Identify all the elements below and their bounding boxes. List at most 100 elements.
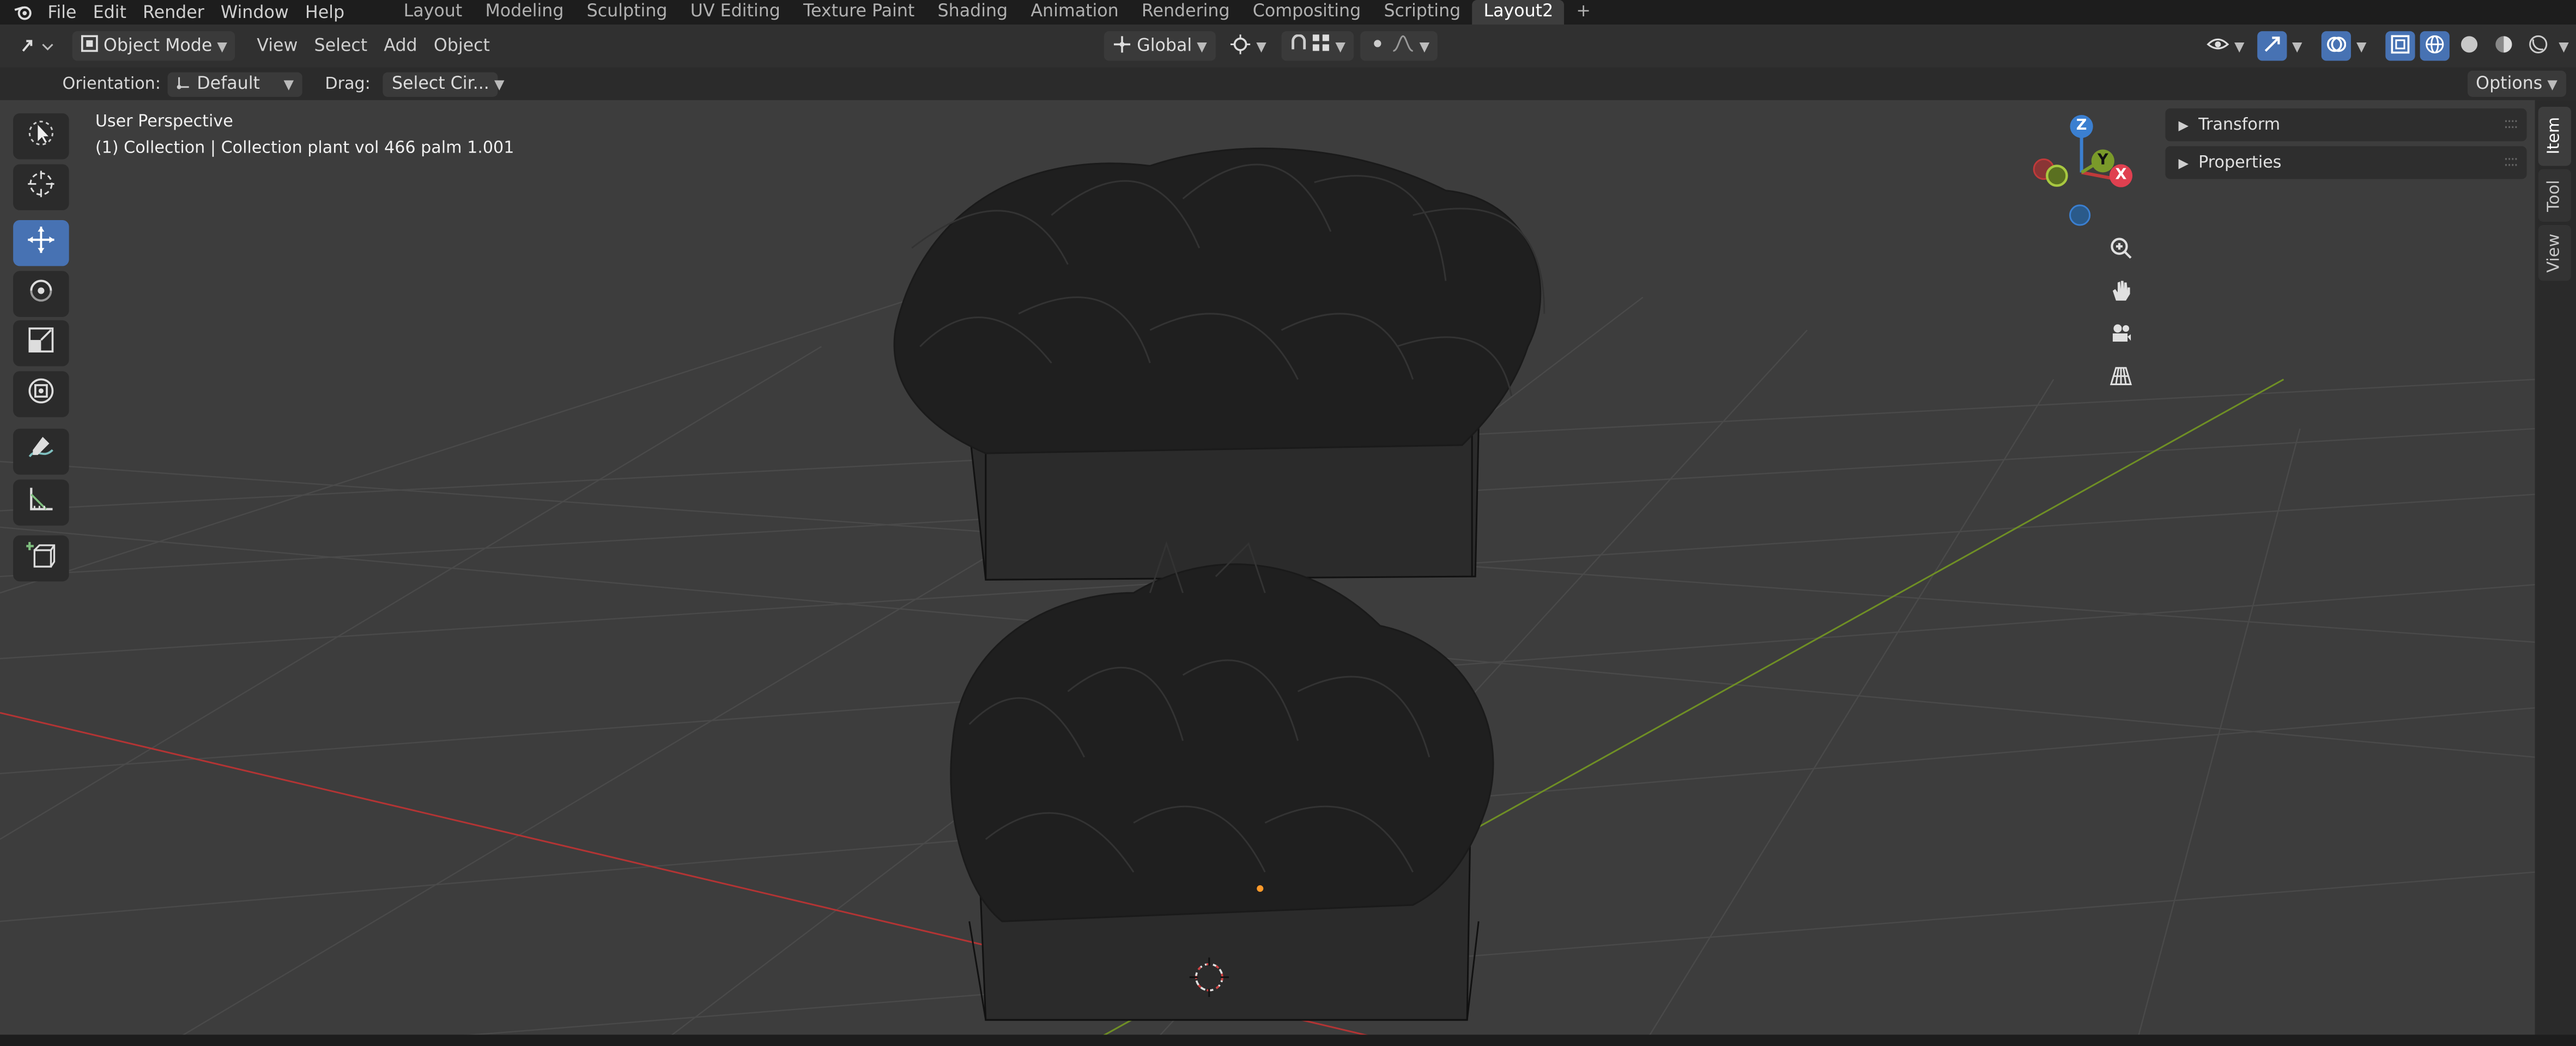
tool-scale[interactable] (13, 320, 69, 367)
tool-move[interactable] (13, 220, 69, 266)
tab-compositing[interactable]: Compositing (1241, 0, 1373, 25)
tab-uv-editing[interactable]: UV Editing (679, 0, 792, 25)
transform-orientation-label: Global (1137, 36, 1192, 56)
annotate-icon (26, 434, 56, 470)
tool-add-cube[interactable] (13, 535, 69, 582)
tab-modeling[interactable]: Modeling (474, 0, 575, 25)
snap-icon (1289, 34, 1307, 57)
menu-render[interactable]: Render (135, 3, 213, 22)
options-dropdown[interactable]: Options ▼ (2468, 70, 2566, 97)
tool-tweak[interactable] (13, 113, 69, 160)
chevron-down-icon: ▼ (1419, 38, 1430, 53)
tab-tool[interactable]: Tool (2538, 169, 2572, 222)
transform-orientation-dropdown[interactable]: Global ▼ (1104, 31, 1215, 61)
chevron-down-icon: ▼ (1197, 38, 1207, 53)
header-menu-object[interactable]: Object (426, 36, 498, 56)
gizmo-x-axis[interactable]: X (2109, 164, 2133, 187)
chevron-down-icon[interactable]: ▼ (2356, 39, 2367, 53)
orientation-icon (1112, 34, 1132, 58)
tab-view[interactable]: View (2538, 225, 2572, 281)
pan-button[interactable] (2103, 274, 2139, 310)
pivot-point-dropdown[interactable]: ▼ (1222, 31, 1275, 60)
xray-toggle[interactable] (2386, 31, 2416, 61)
gizmo-toggle[interactable] (2257, 31, 2287, 61)
tool-annotate[interactable] (13, 428, 69, 475)
zoom-icon (2110, 234, 2132, 265)
camera-view-button[interactable] (2103, 317, 2139, 353)
transform-icon (26, 376, 56, 412)
wireframe-sphere-icon (2426, 34, 2445, 58)
tab-animation[interactable]: Animation (1019, 0, 1130, 25)
tab-scripting[interactable]: Scripting (1372, 0, 1472, 25)
blender-logo-icon[interactable] (11, 0, 34, 25)
add-workspace-button[interactable]: + (1565, 0, 1602, 25)
chevron-down-icon[interactable]: ▼ (2292, 39, 2302, 53)
solid-sphere-icon (2460, 34, 2480, 58)
drag-dropdown[interactable]: Select Cir... ▼ (383, 71, 505, 96)
snap-toggle[interactable]: ▼ (1281, 31, 1354, 61)
grip-icon[interactable]: :::: (2504, 154, 2519, 171)
scene-render (0, 147, 2535, 1046)
chevron-down-icon: ▼ (217, 38, 227, 53)
header-right-group: ▼ ▼ ▼ ▼ (2198, 31, 2569, 61)
material-sphere-icon (2495, 34, 2514, 58)
shading-material-button[interactable] (2490, 31, 2519, 60)
shading-wireframe-button[interactable] (2421, 31, 2451, 61)
chevron-down-icon: ▼ (2234, 38, 2245, 53)
falloff-icon (1391, 34, 1414, 57)
rotate-icon (26, 276, 56, 312)
sidebar-panel: ▶ Transform :::: ▶ Properties :::: (2165, 108, 2527, 184)
overlays-icon (2327, 34, 2347, 58)
menu-edit[interactable]: Edit (84, 3, 134, 22)
perspective-toggle-button[interactable] (2103, 360, 2139, 396)
proportional-icon (1368, 34, 1386, 57)
chevron-right-icon: ▶ (2178, 117, 2189, 132)
orientation-value: Default (197, 74, 260, 94)
menu-help[interactable]: Help (297, 3, 353, 22)
panel-properties[interactable]: ▶ Properties :::: (2165, 146, 2527, 179)
panel-properties-label: Properties (2198, 153, 2282, 172)
panel-transform[interactable]: ▶ Transform :::: (2165, 108, 2527, 142)
drag-label: Drag: (325, 75, 371, 93)
rendered-sphere-icon (2529, 34, 2549, 58)
gizmo-z-axis[interactable]: Z (2070, 115, 2093, 138)
object-mode-icon (81, 34, 99, 57)
3d-viewport[interactable]: User Perspective (1) Collection | Collec… (0, 100, 2535, 1046)
collection-info-label: (1) Collection | Collection plant vol 46… (95, 139, 514, 158)
editor-type-button[interactable] (13, 31, 59, 60)
shading-rendered-button[interactable] (2524, 31, 2554, 60)
header-menu-select[interactable]: Select (306, 36, 375, 56)
tab-sculpting[interactable]: Sculpting (575, 0, 679, 25)
tab-item[interactable]: Item (2538, 106, 2572, 166)
shading-solid-button[interactable] (2455, 31, 2484, 60)
panel-transform-label: Transform (2198, 115, 2281, 134)
viewport-header: Object Mode ▼ View Select Add Object Glo… (0, 25, 2576, 68)
menu-file[interactable]: File (39, 3, 84, 22)
tab-texture-paint[interactable]: Texture Paint (792, 0, 926, 25)
scale-icon (26, 325, 56, 361)
overlays-toggle[interactable] (2322, 31, 2351, 61)
tool-rotate[interactable] (13, 271, 69, 317)
tool-measure[interactable] (13, 479, 69, 526)
header-menu-view[interactable]: View (248, 36, 306, 56)
menu-window[interactable]: Window (213, 3, 297, 22)
measure-icon (26, 484, 56, 520)
orientation-dropdown[interactable]: Default ▼ (167, 71, 302, 96)
tab-layout[interactable]: Layout (392, 0, 474, 25)
grip-icon[interactable]: :::: (2504, 117, 2519, 133)
navigation-gizmo[interactable]: Z Y X (2017, 110, 2149, 228)
options-label: Options (2476, 74, 2543, 94)
tab-layout2[interactable]: Layout2 (1472, 0, 1565, 25)
visibility-dropdown[interactable]: ▼ (2198, 31, 2253, 60)
chevron-down-icon[interactable]: ▼ (2559, 39, 2569, 53)
tab-shading[interactable]: Shading (926, 0, 1019, 25)
add-cube-icon (25, 540, 56, 576)
tool-transform[interactable] (13, 371, 69, 417)
tab-rendering[interactable]: Rendering (1130, 0, 1241, 25)
mode-dropdown[interactable]: Object Mode ▼ (72, 31, 236, 61)
header-center-group: Global ▼ ▼ ▼ ▼ (1104, 31, 1438, 61)
header-menu-add[interactable]: Add (375, 36, 425, 56)
proportional-editing-toggle[interactable]: ▼ (1360, 31, 1438, 61)
zoom-button[interactable] (2103, 232, 2139, 267)
tool-cursor[interactable] (13, 164, 69, 210)
